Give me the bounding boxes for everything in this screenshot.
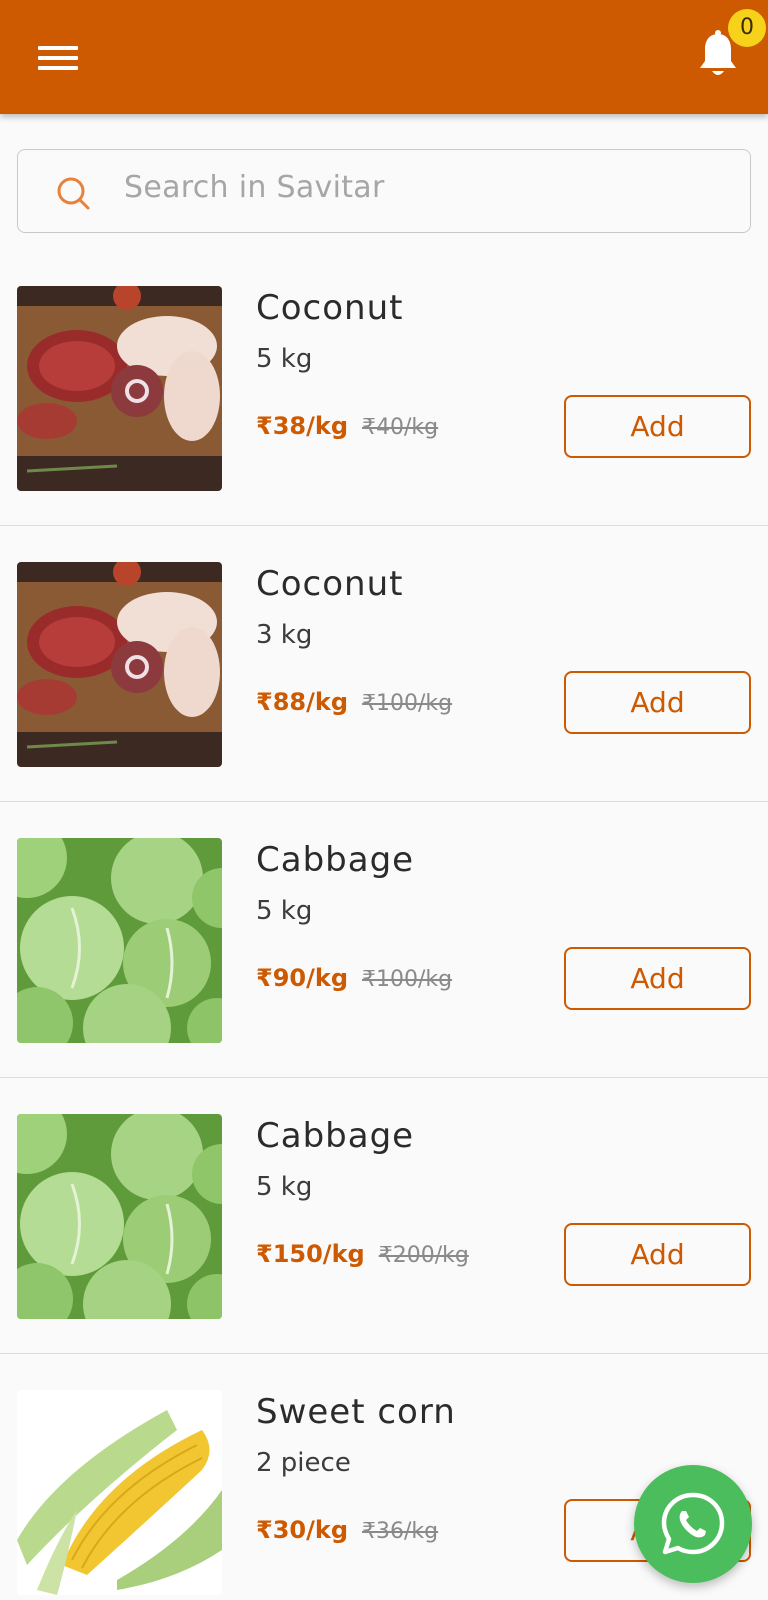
menu-icon-bar <box>38 56 78 60</box>
product-item[interactable]: Cabbage 5 kg ₹150/kg ₹200/kg Add <box>0 1078 768 1354</box>
current-price: ₹30/kg <box>256 1516 349 1544</box>
add-to-cart-button[interactable]: Add <box>564 395 751 458</box>
product-name: Cabbage <box>256 1116 415 1156</box>
add-to-cart-button[interactable]: Add <box>564 947 751 1010</box>
product-image-corn[interactable] <box>17 1390 222 1595</box>
product-name: Coconut <box>256 288 404 328</box>
current-price: ₹38/kg <box>256 412 349 440</box>
product-name: Sweet corn <box>256 1392 456 1432</box>
product-price: ₹30/kg ₹36/kg <box>256 1516 438 1544</box>
product-name: Cabbage <box>256 840 415 880</box>
add-to-cart-button[interactable]: Add <box>564 671 751 734</box>
original-price: ₹100/kg <box>362 691 453 716</box>
product-image-meat[interactable] <box>17 286 222 491</box>
product-quantity: 3 kg <box>256 620 313 650</box>
original-price: ₹100/kg <box>362 967 453 992</box>
current-price: ₹90/kg <box>256 964 349 992</box>
app-bar <box>0 0 768 114</box>
menu-button[interactable] <box>38 43 80 73</box>
product-quantity: 2 piece <box>256 1448 351 1478</box>
add-to-cart-button[interactable]: Add <box>564 1223 751 1286</box>
original-price: ₹36/kg <box>362 1519 439 1544</box>
notification-count-badge: 0 <box>728 9 766 47</box>
search-placeholder: Search in Savitar <box>124 170 385 205</box>
product-price: ₹88/kg ₹100/kg <box>256 688 452 716</box>
product-quantity: 5 kg <box>256 896 313 926</box>
product-price: ₹150/kg ₹200/kg <box>256 1240 469 1268</box>
product-name: Coconut <box>256 564 404 604</box>
original-price: ₹40/kg <box>362 415 439 440</box>
original-price: ₹200/kg <box>378 1243 469 1268</box>
product-item[interactable]: Coconut 3 kg ₹88/kg ₹100/kg Add <box>0 526 768 802</box>
whatsapp-button[interactable] <box>634 1465 752 1583</box>
menu-icon-bar <box>38 46 78 50</box>
current-price: ₹88/kg <box>256 688 349 716</box>
current-price: ₹150/kg <box>256 1240 365 1268</box>
product-price: ₹38/kg ₹40/kg <box>256 412 438 440</box>
menu-icon-bar <box>38 66 78 70</box>
product-list: Coconut 5 kg ₹38/kg ₹40/kg Add Coconut 3 … <box>0 250 768 1600</box>
product-price: ₹90/kg ₹100/kg <box>256 964 452 992</box>
product-image-cabbage[interactable] <box>17 838 222 1043</box>
product-image-cabbage[interactable] <box>17 1114 222 1319</box>
product-quantity: 5 kg <box>256 344 313 374</box>
product-item[interactable]: Cabbage 5 kg ₹90/kg ₹100/kg Add <box>0 802 768 1078</box>
product-image-meat[interactable] <box>17 562 222 767</box>
search-icon <box>57 177 90 210</box>
product-item[interactable]: Coconut 5 kg ₹38/kg ₹40/kg Add <box>0 250 768 526</box>
whatsapp-icon <box>661 1492 725 1555</box>
search-input[interactable]: Search in Savitar <box>17 149 751 233</box>
product-quantity: 5 kg <box>256 1172 313 1202</box>
